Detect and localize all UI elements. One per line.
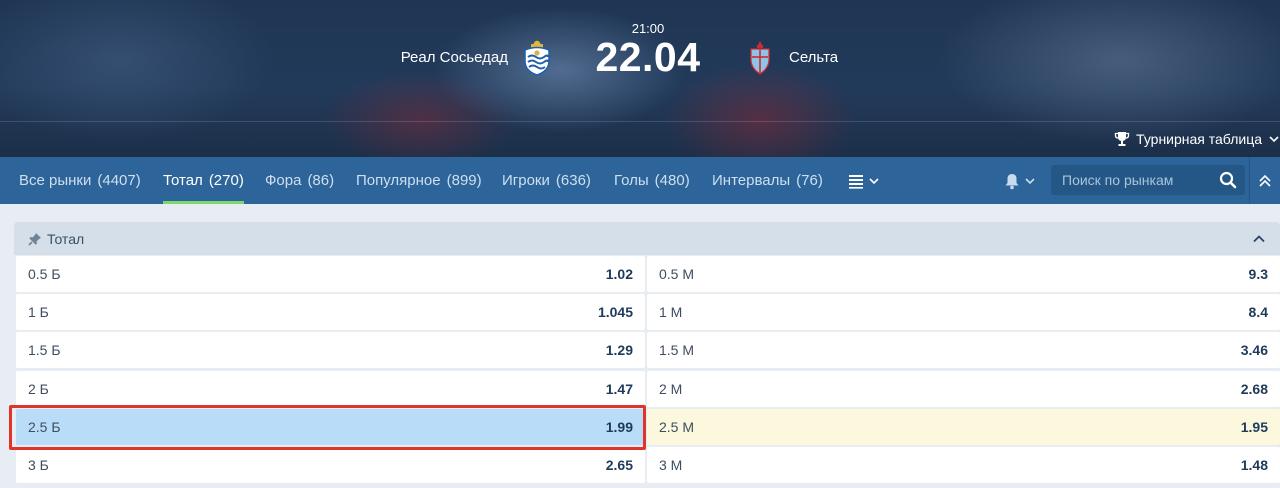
double-chevron-up-icon bbox=[1259, 174, 1271, 187]
odds-value: 2.68 bbox=[1240, 381, 1268, 397]
tab-count: (76) bbox=[796, 172, 823, 189]
tab-count: (4407) bbox=[97, 172, 141, 189]
odds-cell-under[interactable]: 1 М 8.4 bbox=[647, 294, 1280, 330]
search-icon[interactable] bbox=[1219, 171, 1237, 189]
notifications-button[interactable] bbox=[1003, 169, 1039, 193]
odds-cell-over[interactable]: 1.5 Б 1.29 bbox=[16, 332, 645, 368]
odds-line-label: 1 М bbox=[659, 304, 683, 320]
odds-value: 8.4 bbox=[1248, 304, 1268, 320]
market-title: Тотал bbox=[47, 231, 85, 247]
tab-count: (86) bbox=[307, 172, 335, 189]
tab-popular[interactable]: Популярное (899) bbox=[356, 157, 482, 204]
tab-count: (899) bbox=[446, 172, 482, 189]
pin-icon[interactable] bbox=[28, 232, 42, 246]
tab-label: Голы bbox=[614, 172, 649, 189]
odds-line-label: 1.5 Б bbox=[28, 342, 61, 358]
tab-players[interactable]: Игроки (636) bbox=[502, 157, 591, 204]
odds-line-label: 1 Б bbox=[28, 304, 49, 320]
odds-value: 1.99 bbox=[605, 419, 633, 435]
tab-intervals[interactable]: Интервалы (76) bbox=[712, 157, 823, 204]
collapse-all-button[interactable] bbox=[1249, 157, 1280, 204]
match-header: Реал Сосьедад 21:00 22.04 Сельта Турнирн… bbox=[0, 0, 1280, 157]
odds-cell-under[interactable]: 2.5 М 1.95 bbox=[647, 409, 1280, 445]
odds-line-label: 2.5 Б bbox=[28, 419, 61, 435]
odds-line-label: 0.5 Б bbox=[28, 266, 61, 282]
odds-cell-under[interactable]: 1.5 М 3.46 bbox=[647, 332, 1280, 368]
tab-label: Популярное bbox=[356, 172, 441, 189]
odds-value: 1.48 bbox=[1240, 457, 1268, 473]
odds-cell-over[interactable]: 2 Б 1.47 bbox=[16, 371, 645, 407]
market-header[interactable]: Тотал bbox=[14, 222, 1280, 255]
odds-line-label: 3 Б bbox=[28, 457, 49, 473]
tab-count: (636) bbox=[555, 172, 591, 189]
odds-cell-over[interactable]: 2.5 Б 1.99 bbox=[16, 409, 645, 445]
list-menu-icon bbox=[849, 175, 863, 189]
odds-line-label: 2 Б bbox=[28, 381, 49, 397]
chevron-down-icon bbox=[1025, 178, 1035, 185]
tab-label: Все рынки bbox=[19, 172, 92, 189]
odds-value: 9.3 bbox=[1248, 266, 1268, 282]
odds-cell-under[interactable]: 3 М 1.48 bbox=[647, 447, 1280, 483]
tab-label: Фора bbox=[265, 172, 302, 189]
market-total: Тотал bbox=[14, 222, 1280, 255]
tab-count: (480) bbox=[654, 172, 690, 189]
bell-icon bbox=[1005, 174, 1019, 190]
odds-cell-over[interactable]: 0.5 Б 1.02 bbox=[16, 256, 645, 292]
odds-value: 3.46 bbox=[1240, 342, 1268, 358]
odds-value: 1.95 bbox=[1240, 419, 1268, 435]
trophy-icon bbox=[1114, 132, 1130, 146]
odds-value: 1.47 bbox=[605, 381, 633, 397]
chevron-down-icon bbox=[1269, 136, 1279, 143]
odds-cell-over[interactable]: 1 Б 1.045 bbox=[16, 294, 645, 330]
odds-line-label: 2 М bbox=[659, 381, 683, 397]
chevron-up-icon[interactable] bbox=[1252, 232, 1266, 246]
odds-value: 1.02 bbox=[605, 266, 633, 282]
header-divider bbox=[0, 121, 1280, 122]
odds-line-label: 3 М bbox=[659, 457, 683, 473]
odds-line-label: 2.5 М bbox=[659, 419, 695, 435]
odds-value: 1.045 bbox=[597, 304, 633, 320]
standings-link[interactable]: Турнирная таблица bbox=[1114, 129, 1280, 149]
odds-cell-under[interactable]: 2 М 2.68 bbox=[647, 371, 1280, 407]
tab-label: Игроки bbox=[502, 172, 550, 189]
tab-total[interactable]: Тотал (270) bbox=[163, 157, 244, 204]
tab-label: Интервалы bbox=[712, 172, 791, 189]
chevron-down-icon bbox=[869, 178, 879, 185]
more-tabs-button[interactable] bbox=[848, 170, 884, 192]
market-search bbox=[1051, 165, 1245, 195]
odds-line-label: 1.5 М bbox=[659, 342, 695, 358]
odds-value: 1.29 bbox=[605, 342, 633, 358]
celta-crest-icon bbox=[750, 41, 770, 75]
odds-value: 2.65 bbox=[605, 457, 633, 473]
standings-label: Турнирная таблица bbox=[1136, 131, 1262, 147]
tab-all-markets[interactable]: Все рынки (4407) bbox=[19, 157, 141, 204]
odds-cell-over[interactable]: 3 Б 2.65 bbox=[16, 447, 645, 483]
tab-handicap[interactable]: Фора (86) bbox=[265, 157, 334, 204]
odds-cell-under[interactable]: 0.5 М 9.3 bbox=[647, 256, 1280, 292]
market-tabs-bar: Все рынки (4407) Тотал (270) Фора (86) Попу… bbox=[0, 157, 1280, 204]
tab-count: (270) bbox=[208, 172, 244, 189]
search-input[interactable] bbox=[1051, 165, 1211, 195]
odds-line-label: 0.5 М bbox=[659, 266, 695, 282]
tab-goals[interactable]: Голы (480) bbox=[614, 157, 690, 204]
away-team-name: Сельта bbox=[789, 49, 839, 66]
tab-label: Тотал bbox=[163, 172, 203, 189]
match-date: 22.04 bbox=[595, 34, 701, 80]
